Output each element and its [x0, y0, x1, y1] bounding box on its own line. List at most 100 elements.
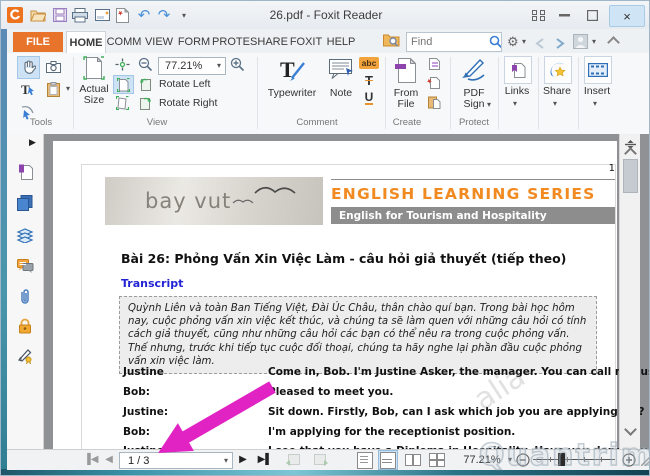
note-label[interactable]: Note: [325, 88, 357, 99]
scroll-up-icon[interactable]: [624, 147, 637, 160]
tab-help[interactable]: HELP: [324, 31, 358, 53]
highlight-icon[interactable]: abc: [359, 57, 379, 69]
next-view-icon[interactable]: [313, 450, 329, 470]
from-scanner-icon[interactable]: [425, 75, 443, 91]
watermark-bottom: Quantrime: [478, 437, 649, 474]
vertical-scrollbar[interactable]: [619, 134, 640, 449]
strikeout-icon[interactable]: T: [359, 72, 379, 88]
zoom-in-icon[interactable]: [228, 56, 247, 73]
continuous-view-icon[interactable]: [378, 450, 398, 470]
scroll-down-icon[interactable]: [624, 423, 637, 436]
page-number-box[interactable]: 1 / 3 ▾: [119, 452, 233, 469]
forward-icon[interactable]: [555, 36, 565, 54]
links-label[interactable]: Links: [501, 86, 533, 97]
pdf-sign-icon[interactable]: [458, 55, 490, 83]
tab-home[interactable]: HOME: [66, 31, 106, 53]
previous-view-icon[interactable]: [285, 450, 301, 470]
last-page-icon[interactable]: ▶▌: [257, 450, 273, 470]
snapshot-camera-icon[interactable]: [43, 56, 64, 77]
search-folder-icon[interactable]: [383, 33, 400, 53]
dialogue-speaker: Justine: [123, 366, 164, 378]
rotate-left-label[interactable]: Rotate Left: [159, 78, 210, 90]
from-clipboard-icon[interactable]: [425, 94, 443, 110]
back-icon[interactable]: [535, 36, 545, 54]
bookmarks-panel-icon[interactable]: [15, 162, 35, 182]
fit-width-icon[interactable]: [113, 56, 132, 73]
group-label-tools: Tools: [29, 117, 53, 128]
typewriter-label[interactable]: Typewriter: [263, 88, 321, 99]
continuous-facing-view-icon[interactable]: [427, 450, 447, 470]
tab-form[interactable]: FORM: [176, 31, 212, 53]
fit-page-icon[interactable]: [113, 75, 134, 94]
tab-protect[interactable]: PROTE: [212, 31, 250, 53]
maximize-button[interactable]: [581, 5, 603, 25]
minimize-button[interactable]: [553, 5, 575, 25]
bayvut-logo-text: bay vut: [145, 189, 232, 213]
underline-icon[interactable]: U: [359, 90, 379, 106]
layers-panel-icon[interactable]: [15, 225, 35, 245]
rotate-right-icon[interactable]: [136, 94, 155, 111]
from-file-label[interactable]: From File: [386, 88, 426, 110]
blank-page-icon[interactable]: [425, 56, 443, 72]
single-page-view-icon[interactable]: [356, 450, 374, 470]
dialogue-speaker: Bob:: [123, 386, 150, 398]
comments-panel-icon[interactable]: [15, 256, 35, 276]
page-box-caret-icon: ▾: [223, 455, 228, 465]
search-icon: [489, 35, 501, 49]
pdf-page: bay vut 1 ENGLISH LEARNING SERIES Englis…: [53, 141, 649, 449]
share-icon[interactable]: [544, 56, 572, 84]
title-bar: ↶ ↷ ▾ 26.pdf - Foxit Reader ×: [1, 1, 649, 30]
dialogue-text: Sit down. Firstly, Bob, can I ask which …: [268, 406, 645, 418]
insert-label[interactable]: Insert: [579, 86, 615, 97]
scrollbar-thumb[interactable]: [623, 159, 638, 193]
from-file-icon[interactable]: [391, 55, 421, 85]
tab-view[interactable]: VIEW: [142, 31, 176, 53]
zoom-level-combo[interactable]: 77.21% ▾: [158, 57, 226, 75]
signatures-panel-icon[interactable]: [15, 346, 35, 366]
birds-graphic: [232, 186, 296, 204]
tab-share[interactable]: SHARE: [250, 31, 288, 53]
desktop-wallpaper-left: [1, 29, 7, 475]
grid-icon[interactable]: [528, 5, 548, 25]
dialogue-speaker: Bob:: [123, 426, 150, 438]
next-page-icon[interactable]: ▶: [237, 450, 249, 470]
security-panel-icon[interactable]: [15, 316, 35, 336]
tab-file[interactable]: FILE: [13, 32, 63, 52]
share-caret-icon: ▾: [553, 99, 558, 108]
dialogue-speaker: Justine:: [123, 406, 169, 418]
dialogue-text: Pleased to meet you.: [268, 386, 394, 398]
page-number-text: 1: [608, 163, 615, 174]
account-icon[interactable]: [573, 34, 588, 54]
close-button[interactable]: ×: [609, 5, 645, 27]
collapse-ribbon-icon[interactable]: [607, 36, 620, 49]
tab-comment[interactable]: COMM: [106, 31, 142, 53]
fit-visible-icon[interactable]: [113, 94, 132, 111]
clipboard-icon[interactable]: [43, 79, 64, 100]
find-box[interactable]: [406, 32, 502, 52]
note-icon[interactable]: [325, 55, 357, 85]
hand-tool-button[interactable]: [17, 56, 40, 79]
attachments-panel-icon[interactable]: [15, 286, 35, 306]
insert-caret-icon: ▾: [593, 99, 598, 108]
select-text-icon[interactable]: T: [17, 79, 38, 100]
header-rule: [331, 179, 615, 180]
links-icon[interactable]: [504, 56, 532, 84]
tab-foxit[interactable]: FOXIT: [288, 31, 324, 53]
expand-panel-icon[interactable]: ▶: [29, 137, 36, 148]
first-page-icon[interactable]: ▐◀: [83, 450, 99, 470]
share-label[interactable]: Share: [540, 86, 574, 97]
actual-size-icon[interactable]: [79, 55, 109, 81]
ribbon-home: T ▾ Tools Actual Size 77.21% ▾ Rotate Le…: [7, 53, 649, 135]
actual-size-label[interactable]: Actual Size: [69, 84, 119, 106]
typewriter-icon[interactable]: T: [275, 55, 309, 85]
rotate-left-icon[interactable]: [136, 75, 155, 92]
rotate-right-label[interactable]: Rotate Right: [159, 97, 217, 109]
pages-panel-icon[interactable]: [15, 193, 35, 213]
facing-view-icon[interactable]: [403, 450, 423, 470]
insert-icon[interactable]: [584, 56, 612, 84]
navigation-sidebar: ▶: [7, 134, 44, 449]
settings-gear-icon[interactable]: ⚙: [507, 34, 519, 50]
find-input[interactable]: [407, 36, 489, 48]
previous-page-icon[interactable]: ◀: [103, 450, 115, 470]
zoom-out-icon[interactable]: [136, 56, 155, 73]
